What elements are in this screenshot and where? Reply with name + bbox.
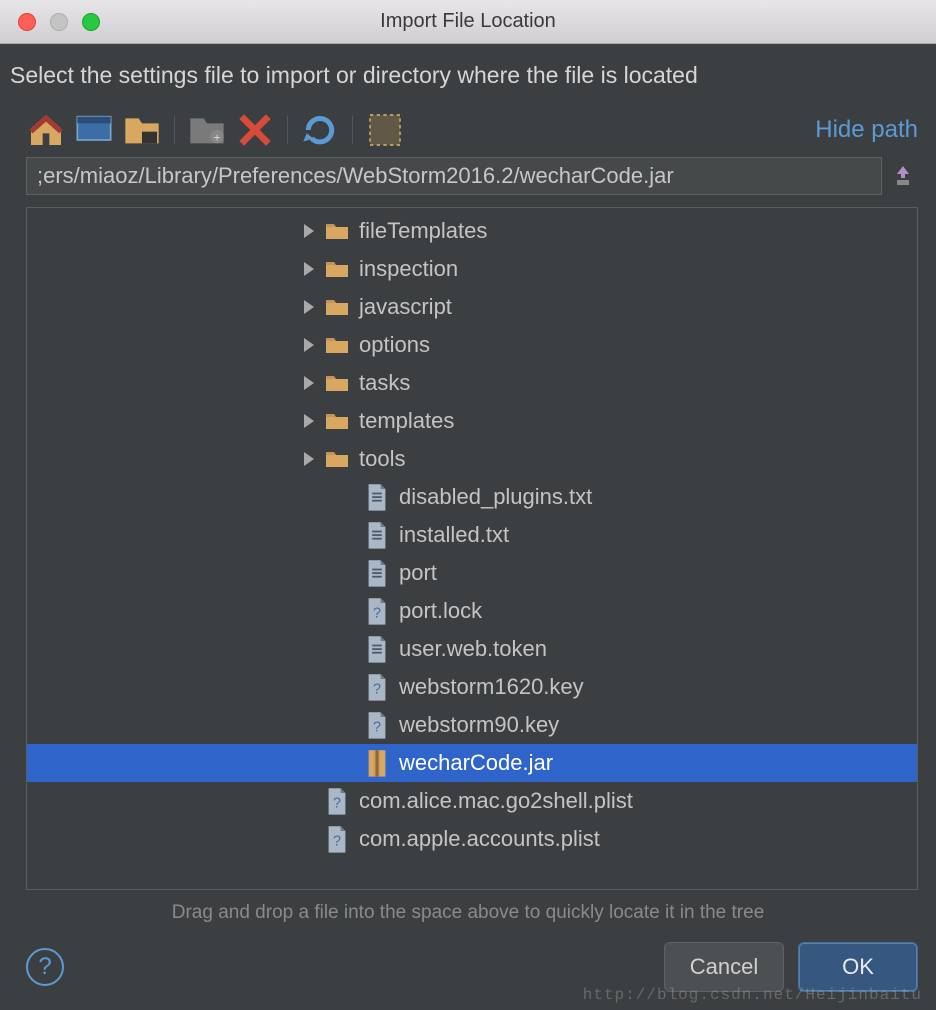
svg-text:?: ? [373, 681, 381, 697]
tree-item-label: options [359, 332, 430, 358]
tree-row[interactable]: ? com.apple.accounts.plist [27, 820, 917, 858]
tree-row[interactable]: tools [27, 440, 917, 478]
window-maximize-button[interactable] [82, 13, 100, 31]
tree-row[interactable]: ? webstorm1620.key [27, 668, 917, 706]
folder-icon [325, 410, 349, 432]
window-minimize-button[interactable] [50, 13, 68, 31]
tree-item-label: tools [359, 446, 405, 472]
toolbar-separator [174, 116, 175, 144]
tree-item-label: user.web.token [399, 636, 547, 662]
drag-drop-hint: Drag and drop a file into the space abov… [0, 896, 936, 932]
tree-row[interactable]: fileTemplates [27, 212, 917, 250]
help-button[interactable]: ? [26, 948, 64, 986]
file-tree[interactable]: fileTemplates inspection javascript options… [26, 207, 918, 890]
file-icon [365, 524, 389, 546]
expand-arrow-icon[interactable] [299, 224, 319, 238]
tree-item-label: wecharCode.jar [399, 750, 553, 776]
unknown-icon: ? [365, 600, 389, 622]
watermark: http://blog.csdn.net/Heijinbaitu [583, 986, 922, 1004]
expand-arrow-icon[interactable] [299, 414, 319, 428]
tree-row[interactable]: ? com.alice.mac.go2shell.plist [27, 782, 917, 820]
cancel-button[interactable]: Cancel [664, 942, 784, 992]
svg-text:?: ? [373, 719, 381, 735]
tree-row[interactable]: user.web.token [27, 630, 917, 668]
tree-item-label: port [399, 560, 437, 586]
expand-arrow-icon[interactable] [299, 338, 319, 352]
history-dropdown-icon[interactable] [888, 157, 918, 195]
file-icon [365, 486, 389, 508]
tree-row[interactable]: tasks [27, 364, 917, 402]
new-folder-icon[interactable]: + [187, 113, 227, 147]
svg-text:+: + [214, 132, 221, 145]
tree-item-label: tasks [359, 370, 410, 396]
tree-item-label: webstorm90.key [399, 712, 559, 738]
expand-arrow-icon[interactable] [299, 452, 319, 466]
path-input[interactable] [26, 157, 882, 195]
tree-item-label: fileTemplates [359, 218, 487, 244]
tree-row[interactable]: wecharCode.jar [27, 744, 917, 782]
instruction-text: Select the settings file to import or di… [0, 44, 936, 105]
file-icon [365, 638, 389, 660]
tree-item-label: com.alice.mac.go2shell.plist [359, 788, 633, 814]
toolbar-separator [352, 116, 353, 144]
tree-item-label: com.apple.accounts.plist [359, 826, 600, 852]
jar-icon [365, 752, 389, 774]
tree-item-label: inspection [359, 256, 458, 282]
file-icon [365, 562, 389, 584]
home-icon[interactable] [26, 113, 66, 147]
delete-icon[interactable] [235, 113, 275, 147]
tree-row[interactable]: disabled_plugins.txt [27, 478, 917, 516]
tree-row[interactable]: ? port.lock [27, 592, 917, 630]
tree-row[interactable]: inspection [27, 250, 917, 288]
tree-item-label: javascript [359, 294, 452, 320]
refresh-icon[interactable] [300, 113, 340, 147]
svg-text:?: ? [333, 833, 341, 849]
folder-icon [325, 372, 349, 394]
tree-item-label: installed.txt [399, 522, 509, 548]
tree-row[interactable]: installed.txt [27, 516, 917, 554]
expand-arrow-icon[interactable] [299, 376, 319, 390]
hide-path-link[interactable]: Hide path [815, 116, 918, 144]
tree-row[interactable]: javascript [27, 288, 917, 326]
tree-item-label: disabled_plugins.txt [399, 484, 592, 510]
folder-icon [325, 296, 349, 318]
tree-row[interactable]: templates [27, 402, 917, 440]
tree-row[interactable]: port [27, 554, 917, 592]
folder-icon [325, 220, 349, 242]
project-icon[interactable] [122, 113, 162, 147]
tree-row[interactable]: options [27, 326, 917, 364]
unknown-icon: ? [365, 676, 389, 698]
svg-text:?: ? [373, 605, 381, 621]
tree-row[interactable]: ? webstorm90.key [27, 706, 917, 744]
expand-arrow-icon[interactable] [299, 262, 319, 276]
show-hidden-icon[interactable] [365, 113, 405, 147]
folder-icon [325, 334, 349, 356]
titlebar: Import File Location [0, 0, 936, 44]
toolbar-separator [287, 116, 288, 144]
unknown-icon: ? [325, 790, 349, 812]
window-title: Import File Location [0, 10, 936, 33]
folder-icon [325, 258, 349, 280]
ok-button[interactable]: OK [798, 942, 918, 992]
desktop-icon[interactable] [74, 113, 114, 147]
window-close-button[interactable] [18, 13, 36, 31]
tree-item-label: port.lock [399, 598, 482, 624]
svg-text:?: ? [333, 795, 341, 811]
tree-item-label: webstorm1620.key [399, 674, 584, 700]
toolbar: + Hide path [0, 105, 936, 153]
tree-item-label: templates [359, 408, 454, 434]
expand-arrow-icon[interactable] [299, 300, 319, 314]
unknown-icon: ? [325, 828, 349, 850]
unknown-icon: ? [365, 714, 389, 736]
folder-icon [325, 448, 349, 470]
